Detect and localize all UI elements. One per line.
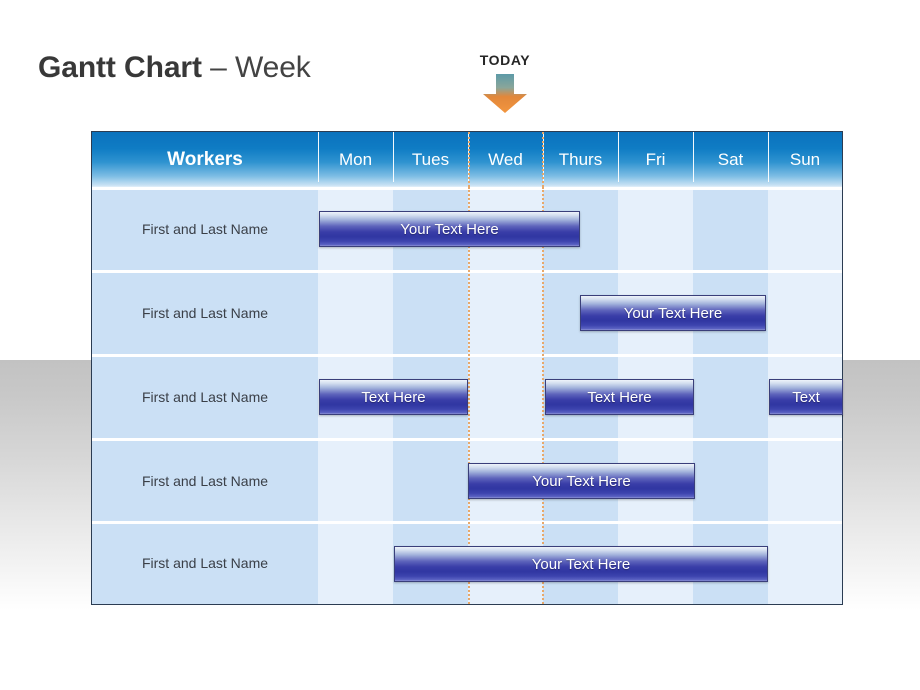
header-cell-sun[interactable]: Sun [768,132,842,187]
today-column-line-left [468,187,470,604]
task-bar-row2-1[interactable]: Your Text Here [580,295,766,331]
header-cell-wed[interactable]: Wed [468,132,543,187]
table-body: First and Last Name First and Last Name … [92,187,843,604]
down-arrow-icon [482,74,528,114]
row-label-2: First and Last Name [141,305,269,321]
header-cell-mon[interactable]: Mon [318,132,393,187]
task-bar-row5-1[interactable]: Your Text Here [394,546,768,582]
page-title: Gantt Chart – Week [38,51,311,85]
gantt-chart-table: Workers Mon Tues Wed Thurs Fri Sat Sun F… [91,131,843,605]
header-cell-sat[interactable]: Sat [693,132,768,187]
slide-canvas: Gantt Chart – Week TODAY Workers Mon Tue… [0,0,920,690]
background-bottom-strip [0,610,920,690]
task-bar-row3-3[interactable]: Text [769,379,843,415]
task-bar-row3-2[interactable]: Text Here [545,379,694,415]
row-label-1: First and Last Name [141,221,269,237]
task-bar-row3-1[interactable]: Text Here [319,379,468,415]
today-label: TODAY [479,52,531,68]
row-label-4: First and Last Name [141,472,269,489]
column-band-wed [468,187,543,604]
today-column-line-right [542,132,544,187]
page-title-strong: Gantt Chart [38,51,202,84]
row-label-3: First and Last Name [141,389,269,405]
header-cell-thurs[interactable]: Thurs [543,132,618,187]
row-label-5: First and Last Name [141,555,269,571]
table-header-row: Workers Mon Tues Wed Thurs Fri Sat Sun [92,132,842,187]
task-bar-row1-1[interactable]: Your Text Here [319,211,580,247]
column-band-sat [693,187,768,604]
header-cell-tues[interactable]: Tues [393,132,468,187]
header-cell-workers: Workers [167,148,243,170]
task-bar-row4-1[interactable]: Your Text Here [468,463,695,499]
today-column-line-right [542,187,544,604]
today-marker: TODAY [455,52,555,114]
page-title-light: – Week [201,51,311,84]
header-cell-fri[interactable]: Fri [618,132,693,187]
today-column-line-left [468,132,470,187]
